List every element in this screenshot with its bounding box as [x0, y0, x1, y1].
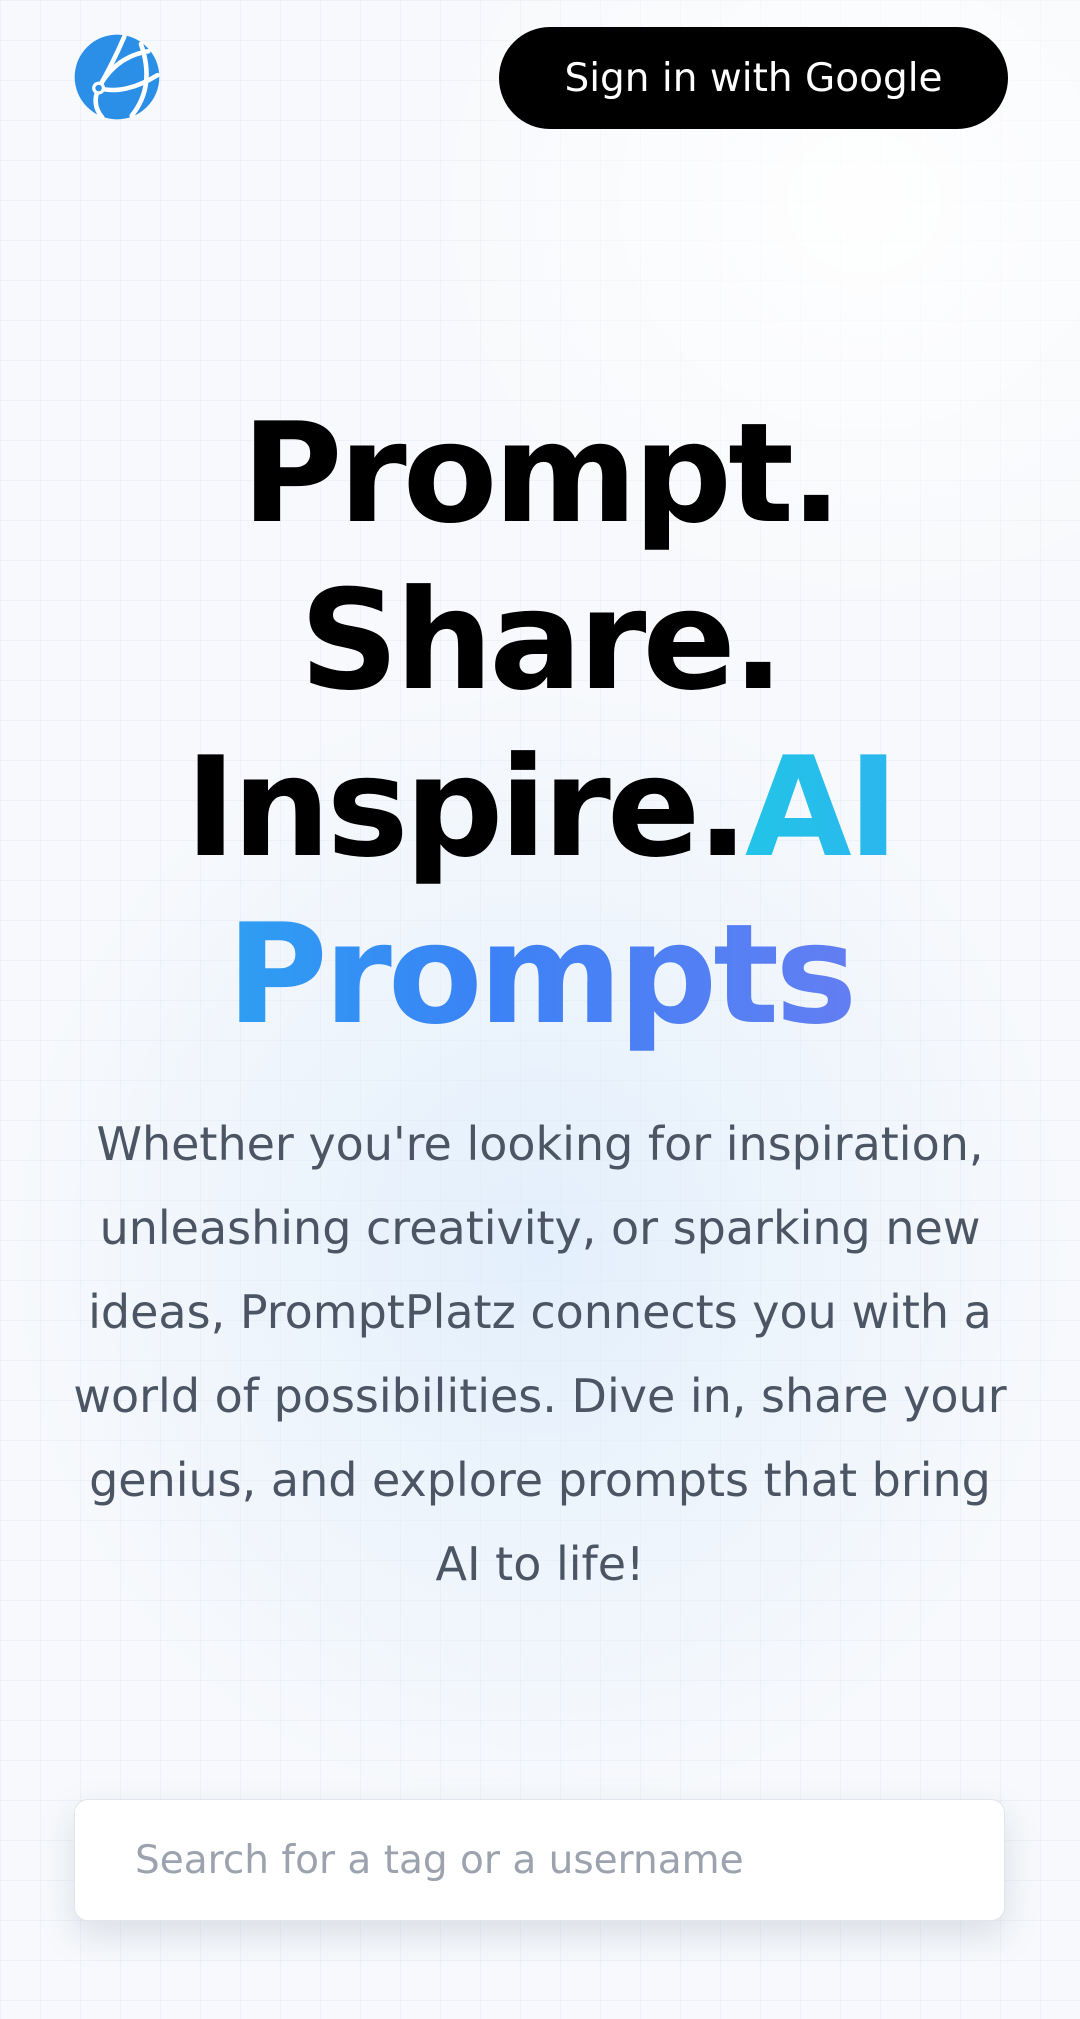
hero-line-share: Share. — [299, 560, 785, 721]
hero-headline: Prompt. Share. Inspire.AI Prompts — [0, 390, 1080, 1058]
search-box — [74, 1799, 1005, 1921]
hero-accent-prompts: Prompts — [0, 891, 1080, 1058]
sign-in-with-google-button[interactable]: Sign in with Google — [499, 27, 1008, 129]
hero-line-inspire: Inspire.AI — [0, 724, 1080, 891]
header: Sign in with Google — [0, 0, 1080, 160]
hero-description: Whether you're looking for inspiration, … — [73, 1117, 1007, 1591]
hero-line-prompt: Prompt. — [241, 393, 843, 554]
hero-word-inspire: Inspire. — [184, 727, 749, 888]
search-input[interactable] — [75, 1800, 1004, 1920]
globe-network-icon[interactable] — [71, 31, 163, 123]
hero-accent-ai: AI — [744, 727, 899, 888]
